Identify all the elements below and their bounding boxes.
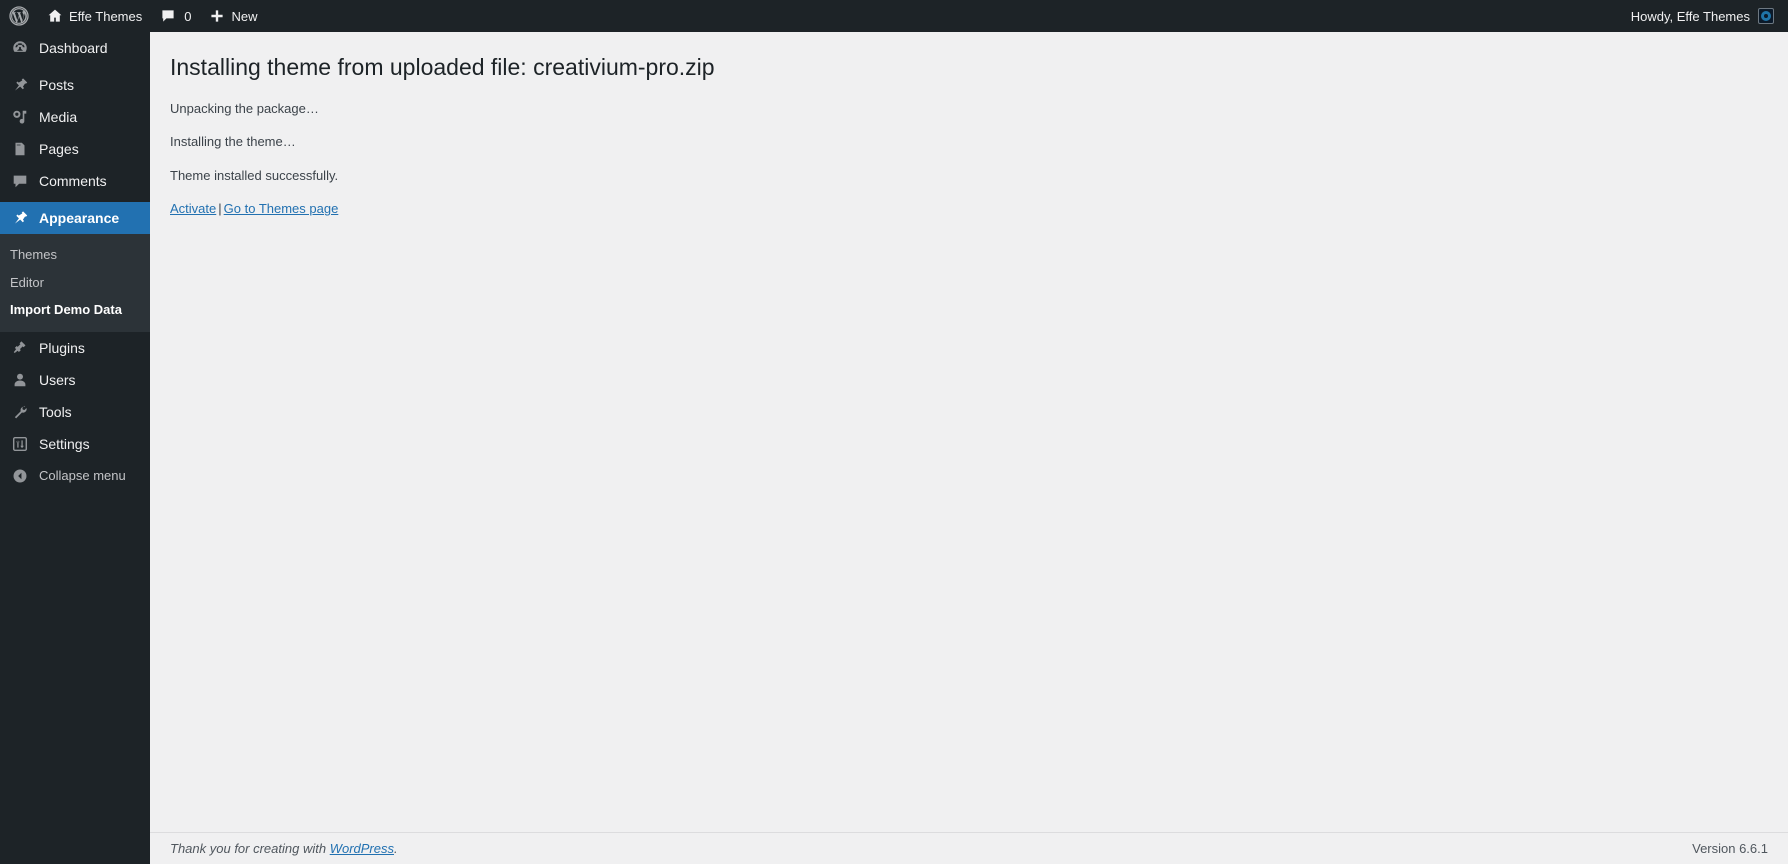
footer-version: Version 6.6.1 <box>1692 841 1768 856</box>
actions-separator: | <box>218 201 222 217</box>
collapse-menu-label: Collapse menu <box>39 468 126 484</box>
site-name-menu[interactable]: Effe Themes <box>38 0 151 32</box>
sidebar-item-plugins[interactable]: Plugins <box>0 332 150 364</box>
sidebar-item-label: Appearance <box>39 210 120 226</box>
submenu-item-editor[interactable]: Editor <box>0 269 150 297</box>
admin-sidebar: Dashboard Posts Media Pages Comments App… <box>0 32 158 864</box>
admin-bar-spacer <box>266 0 1620 32</box>
sliders-icon <box>10 434 30 454</box>
wordpress-logo-icon <box>9 6 29 26</box>
sidebar-item-tools[interactable]: Tools <box>0 396 150 428</box>
new-content-menu[interactable]: New <box>200 0 266 32</box>
my-account-menu[interactable]: Howdy, Effe Themes <box>1621 0 1788 32</box>
install-step-unpacking: Unpacking the package… <box>170 100 319 116</box>
submenu-item-import-demo-data[interactable]: Import Demo Data <box>0 296 150 324</box>
home-icon <box>47 8 63 24</box>
sidebar-item-label: Comments <box>39 173 107 189</box>
footer-thanks-prefix: Thank you for creating with <box>170 841 330 856</box>
admin-footer: Thank you for creating with WordPress. V… <box>150 832 1788 864</box>
comments-count: 0 <box>184 8 192 24</box>
site-name-label: Effe Themes <box>69 8 143 24</box>
sidebar-item-label: Posts <box>39 77 75 93</box>
comments-menu[interactable]: 0 <box>151 0 200 32</box>
submenu-item-themes[interactable]: Themes <box>0 241 150 269</box>
paintbrush-icon <box>10 208 30 228</box>
pin-icon <box>10 75 30 95</box>
wordpress-link[interactable]: WordPress <box>330 841 394 856</box>
footer-thanks: Thank you for creating with WordPress. <box>170 841 398 856</box>
sidebar-item-media[interactable]: Media <box>0 101 150 133</box>
wp-logo-menu[interactable] <box>0 0 38 32</box>
avatar <box>1758 8 1774 24</box>
admin-menu-list: Dashboard Posts Media Pages Comments App… <box>0 32 158 492</box>
sidebar-item-appearance[interactable]: Appearance Themes Editor Import Demo Dat… <box>0 202 158 332</box>
plus-icon <box>209 8 225 24</box>
howdy-label: Howdy, Effe Themes <box>1630 8 1750 24</box>
comment-bubble-icon <box>160 8 176 24</box>
submenu-link-themes[interactable]: Themes <box>0 241 150 269</box>
submenu-link-editor[interactable]: Editor <box>0 269 150 297</box>
page-title: Installing theme from uploaded file: cre… <box>170 54 715 80</box>
sidebar-item-label: Pages <box>39 141 79 157</box>
sidebar-item-pages[interactable]: Pages <box>0 133 150 165</box>
appearance-submenu: Themes Editor Import Demo Data <box>0 234 150 332</box>
sidebar-item-dashboard[interactable]: Dashboard <box>0 32 150 64</box>
dashboard-icon <box>10 38 30 58</box>
user-icon <box>10 370 30 390</box>
sidebar-item-users[interactable]: Users <box>0 364 150 396</box>
go-to-themes-page-link[interactable]: Go to Themes page <box>224 201 339 216</box>
pages-icon <box>10 139 30 159</box>
sidebar-item-label: Media <box>39 109 78 125</box>
content-body: Installing theme from uploaded file: cre… <box>150 32 1788 824</box>
admin-bar: Effe Themes 0 New Howdy, Effe Themes <box>0 0 1788 32</box>
sidebar-item-label: Dashboard <box>39 40 108 56</box>
activate-link[interactable]: Activate <box>170 201 216 216</box>
collapse-menu-button[interactable]: Collapse menu <box>0 460 150 492</box>
install-step-success: Theme installed successfully. <box>170 167 339 183</box>
sidebar-item-label: Plugins <box>39 339 85 356</box>
wrench-icon <box>10 402 30 422</box>
sidebar-item-settings[interactable]: Settings <box>0 428 150 460</box>
sidebar-item-comments[interactable]: Comments <box>0 165 150 197</box>
install-step-installing: Installing the theme… <box>170 134 296 150</box>
submenu-link-import-demo-data[interactable]: Import Demo Data <box>0 296 150 324</box>
content-area: Installing theme from uploaded file: cre… <box>150 32 1788 864</box>
install-actions: Activate | Go to Themes page <box>170 199 1768 219</box>
sidebar-item-label: Settings <box>39 435 90 452</box>
sidebar-item-label: Users <box>39 371 76 388</box>
footer-thanks-suffix: . <box>394 841 398 856</box>
sidebar-item-posts[interactable]: Posts <box>0 69 150 101</box>
plug-icon <box>10 338 30 358</box>
comment-bubble-icon <box>10 171 30 191</box>
chevron-left-circle-icon <box>10 466 30 486</box>
new-label: New <box>231 8 258 24</box>
sidebar-item-label: Tools <box>39 403 72 420</box>
media-icon <box>10 107 30 127</box>
